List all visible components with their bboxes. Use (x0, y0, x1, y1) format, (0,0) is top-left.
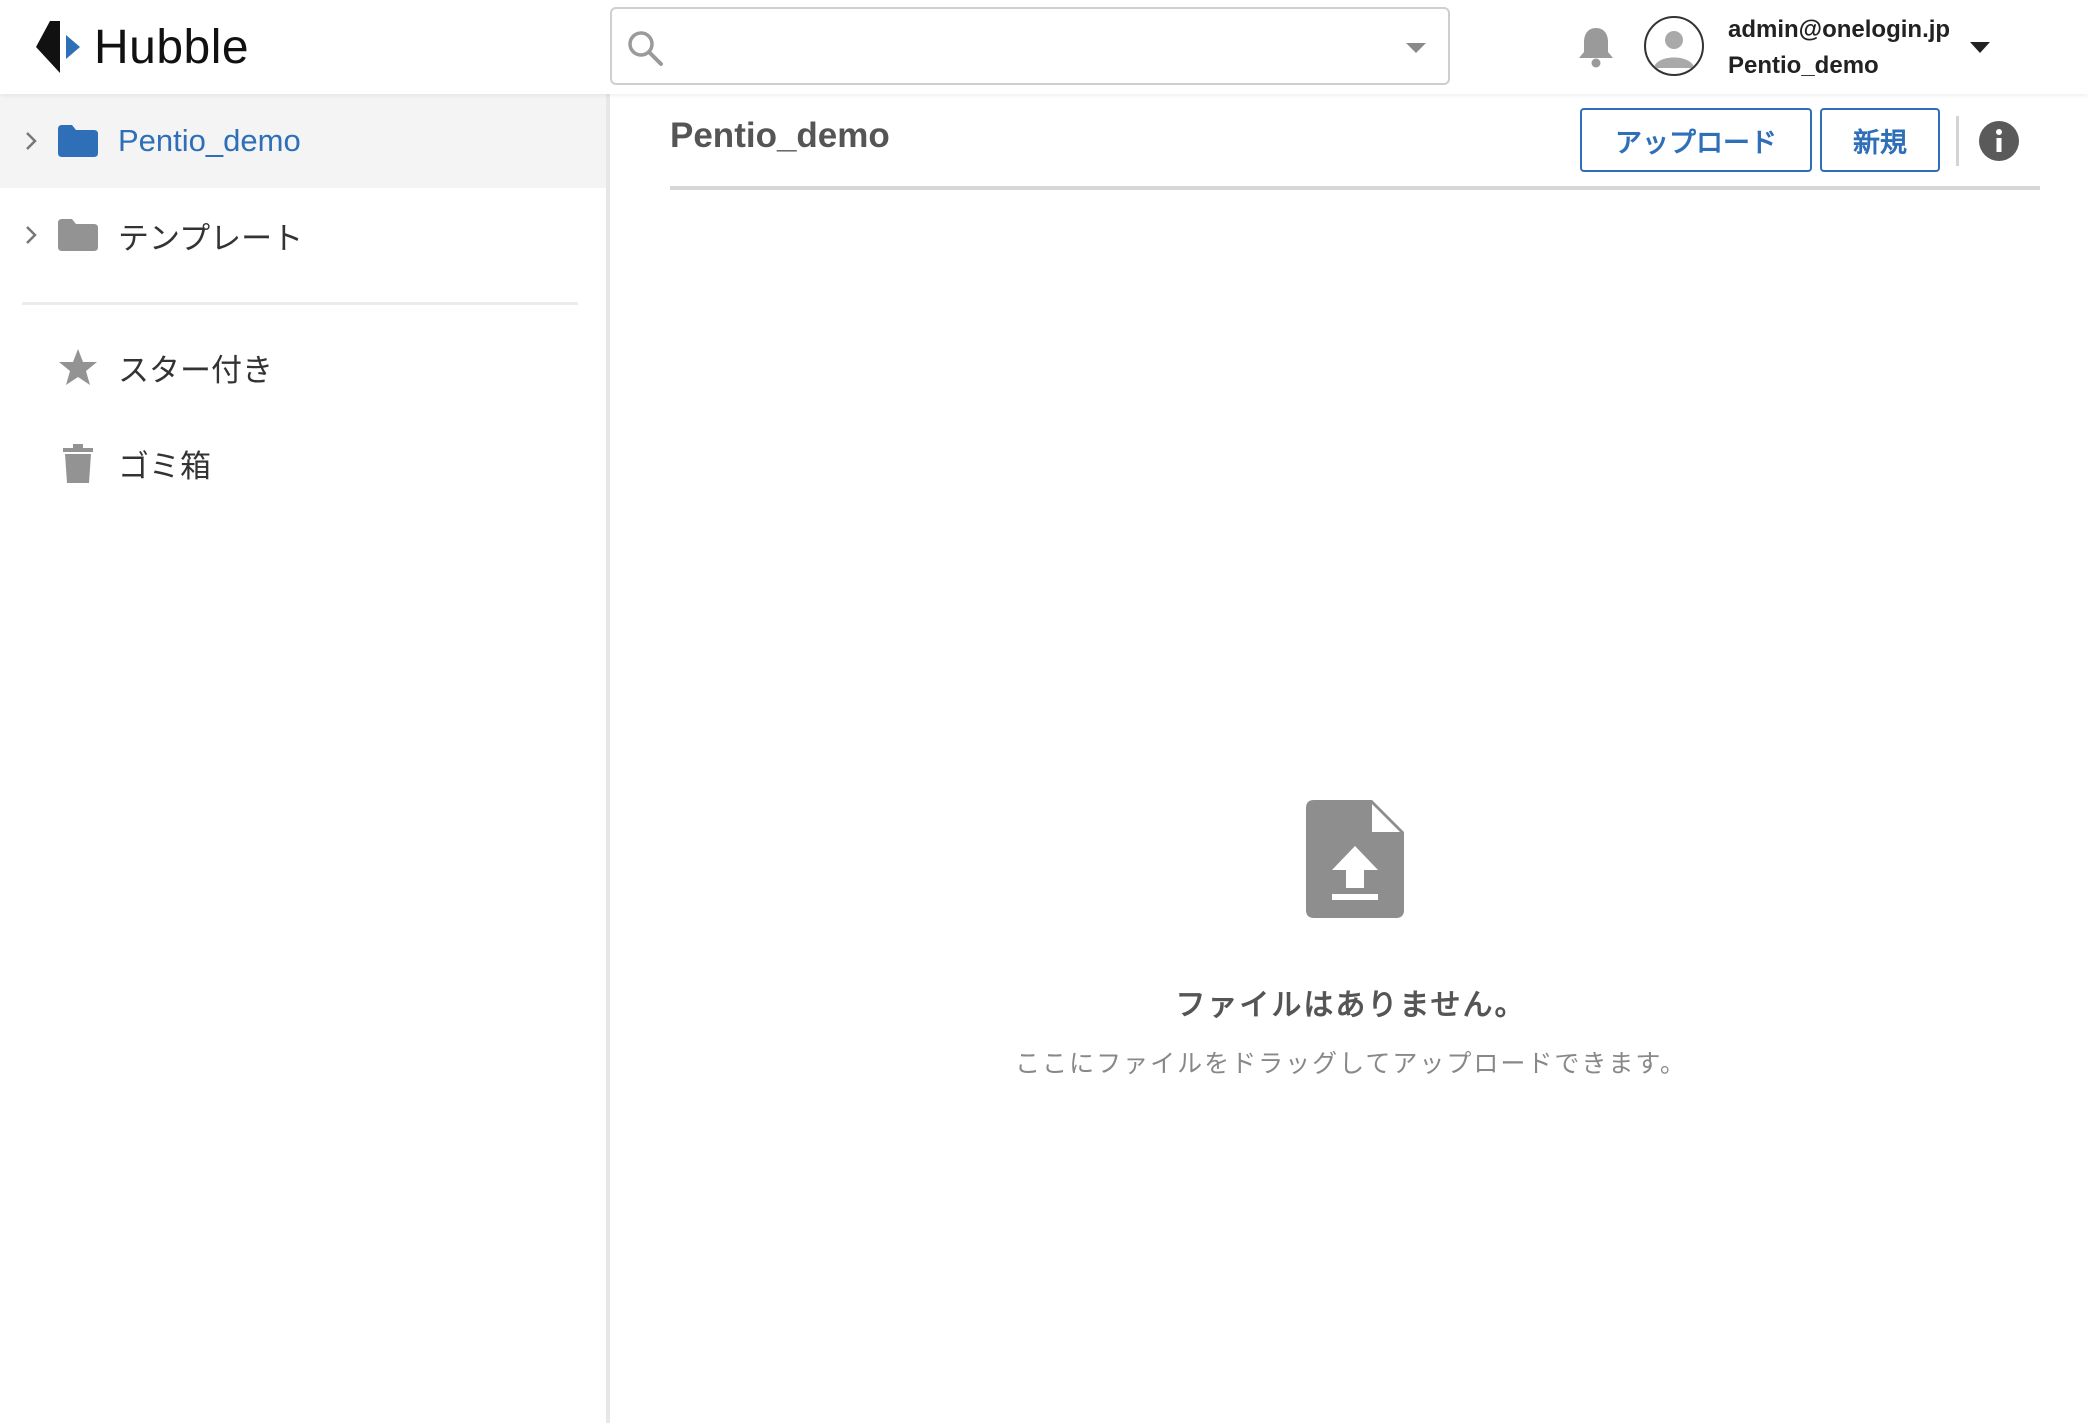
search-box[interactable] (610, 7, 1450, 85)
page-title: Pentio_demo (670, 116, 890, 155)
new-button[interactable]: 新規 (1820, 108, 1940, 172)
sidebar-item-trash[interactable]: ゴミ箱 (0, 416, 606, 510)
sidebar-item-label: ゴミ箱 (118, 448, 211, 485)
sidebar-divider (22, 302, 578, 305)
sidebar-item-label: Pentio_demo (118, 123, 301, 158)
sidebar-item-starred[interactable]: スター付き (0, 320, 606, 414)
search-dropdown-caret-icon[interactable] (1406, 43, 1426, 53)
folder-icon (58, 125, 98, 157)
chevron-right-icon[interactable] (20, 130, 42, 152)
avatar[interactable] (1644, 16, 1704, 76)
search-input[interactable] (678, 19, 1358, 75)
main-content: Pentio_demo アップロード 新規 ファイルはありません。 ここにファイ… (614, 94, 2088, 1423)
folder-icon (58, 219, 98, 251)
trash-icon (63, 444, 93, 483)
empty-state-title: ファイルはありません。 (1175, 988, 1527, 1023)
star-icon (59, 349, 97, 385)
user-organization: Pentio_demo (1728, 52, 1879, 79)
sidebar-item-label: スター付き (118, 352, 273, 389)
empty-state-subtitle: ここにファイルをドラッグしてアップロードできます。 (1015, 1049, 1687, 1078)
user-menu-caret-icon[interactable] (1970, 42, 1990, 53)
sidebar-item-template[interactable]: テンプレート (0, 188, 606, 282)
chevron-right-icon[interactable] (20, 224, 42, 246)
toolbar-divider (1956, 116, 1959, 166)
user-avatar-icon (1654, 31, 1694, 68)
logo-text: Hubble (94, 20, 250, 74)
sidebar-item-pentio-demo[interactable]: Pentio_demo (0, 94, 606, 188)
user-menu[interactable]: admin@onelogin.jp Pentio_demo (1728, 12, 1950, 84)
sidebar-item-label: テンプレート (118, 220, 304, 256)
user-email: admin@onelogin.jp (1728, 16, 1951, 43)
notification-bell-icon[interactable] (1576, 24, 1616, 68)
top-bar: Hubble admin@onelogin.jp Pentio_demo (0, 0, 2088, 94)
hubble-logo[interactable]: Hubble (36, 18, 249, 76)
upload-button[interactable]: アップロード (1580, 108, 1812, 172)
search-icon (628, 31, 663, 66)
sidebar: Pentio_demo テンプレート スター付き ゴミ箱 (0, 94, 610, 1423)
hubble-logo-icon (36, 21, 80, 73)
title-divider (670, 186, 2040, 190)
file-upload-icon (1306, 800, 1404, 918)
info-icon[interactable] (1978, 120, 2020, 162)
